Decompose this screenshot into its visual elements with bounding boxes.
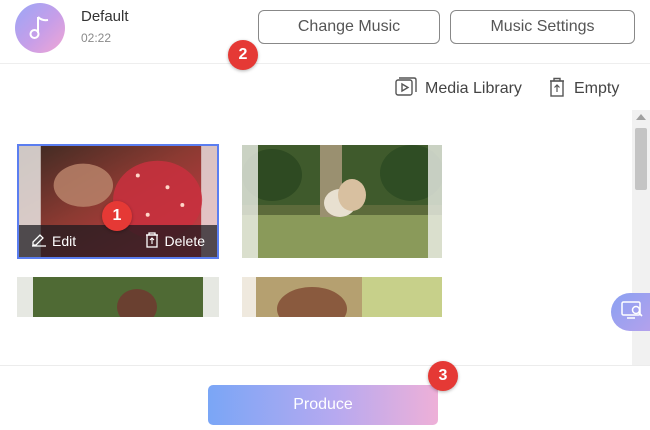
- trash-icon: [144, 231, 165, 251]
- media-thumbnail[interactable]: [242, 145, 442, 258]
- music-title: Default: [81, 8, 129, 25]
- photo-woman-image: [17, 277, 219, 317]
- music-duration: 02:22: [81, 31, 112, 45]
- media-thumbnail[interactable]: [17, 277, 219, 317]
- music-settings-button[interactable]: Music Settings: [450, 10, 635, 44]
- empty-label: Empty: [574, 80, 620, 97]
- delete-button[interactable]: Delete: [144, 231, 205, 251]
- footer-bar: Produce: [0, 365, 650, 430]
- edit-label: Edit: [52, 233, 77, 249]
- photo-mother-baby-image: [242, 277, 442, 317]
- media-grid: Edit Delete: [0, 110, 632, 365]
- empty-button[interactable]: Empty: [548, 77, 620, 102]
- floating-preview-button[interactable]: [611, 293, 650, 331]
- callout-badge-1: 1: [102, 201, 132, 231]
- delete-label: Delete: [164, 233, 205, 249]
- scrollbar-thumb[interactable]: [635, 128, 647, 190]
- media-library-icon: [395, 76, 425, 102]
- scroll-up-icon[interactable]: [636, 114, 646, 120]
- edit-button[interactable]: Edit: [31, 233, 76, 250]
- app-window: Default 02:22 Change Music Music Setting…: [0, 0, 650, 430]
- produce-button[interactable]: Produce: [208, 385, 438, 425]
- media-thumbnail[interactable]: [242, 277, 442, 317]
- music-header: Default 02:22 Change Music Music Setting…: [0, 0, 650, 64]
- pencil-icon: [31, 233, 52, 250]
- callout-badge-2: 2: [228, 40, 258, 70]
- callout-badge-3: 3: [428, 361, 458, 391]
- trash-icon: [548, 77, 574, 102]
- media-library-button[interactable]: Media Library: [395, 76, 522, 102]
- change-music-button[interactable]: Change Music: [258, 10, 440, 44]
- photo-family-park-image: [242, 145, 442, 258]
- media-library-label: Media Library: [425, 80, 522, 97]
- music-note-icon: [15, 3, 65, 53]
- screen-magnify-icon: [621, 300, 645, 325]
